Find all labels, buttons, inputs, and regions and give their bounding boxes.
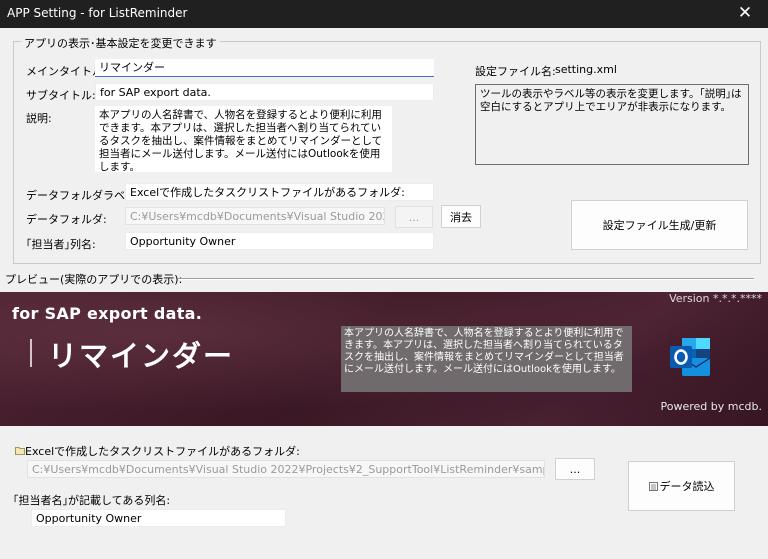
window-title: APP Setting - for ListReminder bbox=[7, 6, 188, 20]
preview-folder-path-input[interactable]: C:¥Users¥mcdb¥Documents¥Visual Studio 20… bbox=[27, 460, 545, 478]
preview-label: プレビュー(実際のアプリでの表示): bbox=[5, 273, 183, 286]
preview-assignee-input[interactable]: Opportunity Owner bbox=[31, 509, 286, 527]
preview-description: 本アプリの人名辞書で、人物名を登録するとより便利に利用できます。本アプリは、選択… bbox=[341, 326, 632, 392]
data-folder-input[interactable]: C:¥Users¥mcdb¥Documents¥Visual Studio 20… bbox=[125, 207, 385, 225]
preview-main-title: リマインダー bbox=[48, 339, 235, 373]
folder-icon bbox=[15, 447, 25, 455]
subtitle-label: サブタイトル: bbox=[26, 89, 96, 102]
data-load-label: データ読込 bbox=[659, 480, 715, 493]
data-folder-label-label: データフォルダラベル: bbox=[26, 189, 140, 202]
title-bar: APP Setting - for ListReminder ✕ bbox=[0, 0, 768, 28]
data-folder-label: データフォルダ: bbox=[26, 213, 107, 226]
config-file-label: 設定ファイル名: bbox=[475, 65, 556, 78]
preview-folder-label: Excelで作成したタスクリストファイルがあるフォルダ: bbox=[25, 445, 300, 458]
data-folder-label-input[interactable]: Excelで作成したタスクリストファイルがあるフォルダ: bbox=[125, 183, 434, 201]
data-load-icon bbox=[648, 481, 658, 491]
clear-button[interactable]: 消去 bbox=[441, 205, 481, 228]
preview-powered-by: Powered by mcdb. bbox=[660, 400, 762, 413]
main-title-input[interactable]: リマインダー bbox=[95, 59, 434, 77]
settings-group-caption: アプリの表示･基本設定を変更できます bbox=[21, 35, 220, 51]
title-accent-bar bbox=[30, 339, 32, 367]
preview-browse-button[interactable]: ... bbox=[555, 458, 595, 480]
preview-banner: for SAP export data. リマインダー Version *.*.… bbox=[0, 292, 768, 426]
close-button[interactable]: ✕ bbox=[722, 0, 768, 28]
browse-folder-button[interactable]: ... bbox=[395, 206, 433, 228]
generate-config-button[interactable]: 設定ファイル生成/更新 bbox=[571, 200, 748, 250]
help-text-box: ツールの表示やラベル等の表示を変更します。｢説明｣は空白にするとアプリ上でエリア… bbox=[475, 84, 749, 165]
preview-subtitle: for SAP export data. bbox=[12, 304, 203, 323]
preview-assignee-label: ｢担当者名｣が記載してある列名: bbox=[13, 494, 171, 507]
preview-version: Version *.*.*.**** bbox=[669, 292, 762, 305]
description-textarea[interactable]: 本アプリの人名辞書で、人物名を登録するとより便利に利用できます。本アプリは、選択… bbox=[95, 106, 392, 172]
data-load-button[interactable]: データ読込 bbox=[628, 461, 735, 511]
assignee-col-label: ｢担当者｣列名: bbox=[26, 238, 96, 251]
assignee-col-input[interactable]: Opportunity Owner bbox=[125, 232, 434, 250]
description-label: 説明: bbox=[26, 112, 52, 125]
config-file-name: setting.xml bbox=[555, 63, 617, 76]
outlook-icon bbox=[670, 338, 711, 376]
subtitle-input[interactable]: for SAP export data. bbox=[95, 83, 434, 101]
preview-divider bbox=[178, 278, 754, 280]
